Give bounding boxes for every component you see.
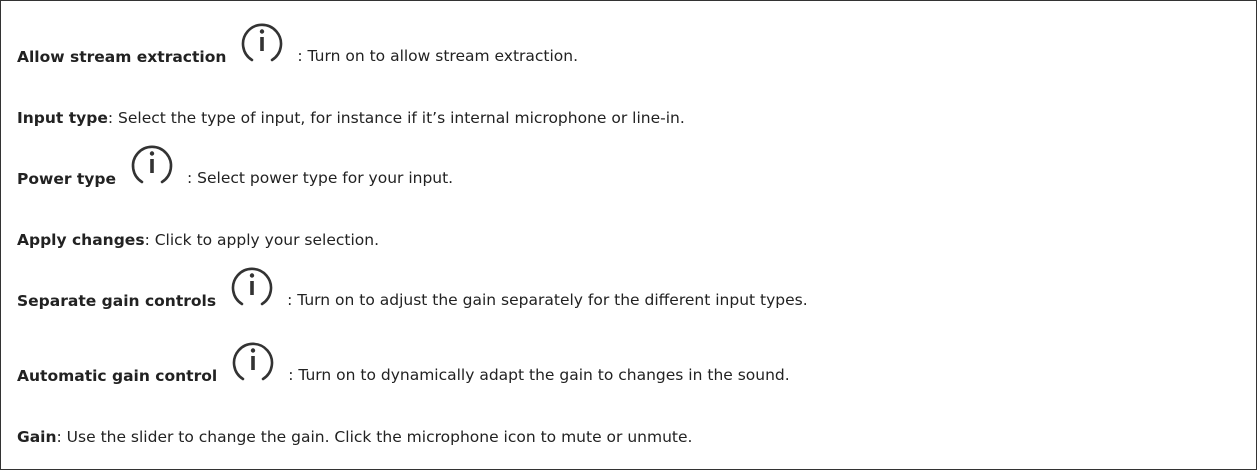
desc-apply-changes: : Click to apply your selection.: [144, 231, 380, 249]
desc-allow-stream-extraction: : Turn on to allow stream extraction.: [297, 47, 579, 65]
term-allow-stream-extraction: Allow stream extraction: [17, 48, 227, 66]
entry-power-type: Power type : Select power type for your …: [17, 142, 453, 188]
entry-separate-gain-controls: Separate gain controls : Turn on to adju…: [17, 264, 808, 310]
term-power-type: Power type: [17, 170, 117, 188]
term-input-type: Input type: [17, 109, 108, 127]
entry-apply-changes: Apply changes : Click to apply your sele…: [17, 231, 379, 249]
desc-input-type: : Select the type of input, for instance…: [107, 109, 685, 127]
term-gain: Gain: [17, 428, 57, 446]
info-icon: [239, 20, 285, 66]
desc-automatic-gain-control: : Turn on to dynamically adapt the gain …: [288, 366, 790, 384]
info-icon: [129, 142, 175, 188]
entry-input-type: Input type : Select the type of input, f…: [17, 109, 685, 127]
info-icon: [230, 339, 276, 385]
entry-gain: Gain : Use the slider to change the gain…: [17, 428, 692, 446]
desc-separate-gain-controls: : Turn on to adjust the gain separately …: [287, 291, 808, 309]
term-apply-changes: Apply changes: [17, 231, 145, 249]
desc-power-type: : Select power type for your input.: [187, 169, 454, 187]
term-separate-gain-controls: Separate gain controls: [17, 292, 217, 310]
entry-automatic-gain-control: Automatic gain control : Turn on to dyna…: [17, 339, 790, 385]
term-automatic-gain-control: Automatic gain control: [17, 367, 218, 385]
info-icon: [229, 264, 275, 310]
entry-allow-stream-extraction: Allow stream extraction : Turn on to all…: [17, 20, 578, 66]
desc-gain: : Use the slider to change the gain. Cli…: [56, 428, 693, 446]
